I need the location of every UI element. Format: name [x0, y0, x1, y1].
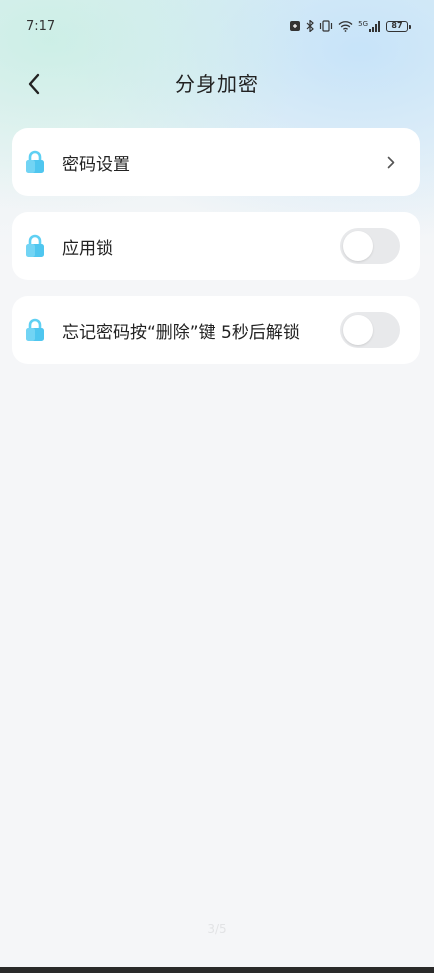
chevron-left-icon — [28, 73, 40, 95]
lock-icon — [24, 317, 46, 343]
chevron-right-icon — [384, 155, 398, 169]
app-lock-toggle[interactable] — [340, 228, 400, 264]
alarm-icon — [289, 20, 301, 32]
password-setting-row[interactable]: 密码设置 — [12, 128, 420, 196]
bluetooth-icon — [306, 20, 314, 32]
page-title: 分身加密 — [175, 71, 259, 96]
signal-icon: 5G — [358, 19, 381, 32]
password-setting-label: 密码设置 — [62, 154, 130, 175]
toggle-knob — [343, 231, 373, 261]
app-lock-label: 应用锁 — [62, 238, 113, 259]
app-lock-row: 应用锁 — [12, 212, 420, 280]
forget-password-unlock-label: 忘记密码按“删除”键 5秒后解锁 — [62, 322, 300, 343]
lock-icon — [24, 149, 46, 175]
back-button[interactable] — [18, 68, 50, 100]
lock-icon — [24, 233, 46, 259]
nav-bar: 分身加密 — [0, 56, 434, 108]
page-indicator: 3/5 — [207, 922, 227, 936]
battery-icon: 87 — [386, 20, 411, 32]
status-bar: 7:17 5G 87 — [0, 0, 434, 52]
forget-password-unlock-toggle[interactable] — [340, 312, 400, 348]
battery-level: 87 — [391, 20, 403, 30]
bottom-edge — [0, 967, 434, 973]
vibrate-icon — [319, 20, 333, 32]
toggle-knob — [343, 315, 373, 345]
forget-password-unlock-row: 忘记密码按“删除”键 5秒后解锁 — [12, 296, 420, 364]
wifi-icon — [338, 20, 353, 32]
network-label: 5G — [358, 19, 368, 28]
status-icons: 5G 87 — [289, 19, 411, 32]
status-time: 7:17 — [26, 18, 56, 34]
